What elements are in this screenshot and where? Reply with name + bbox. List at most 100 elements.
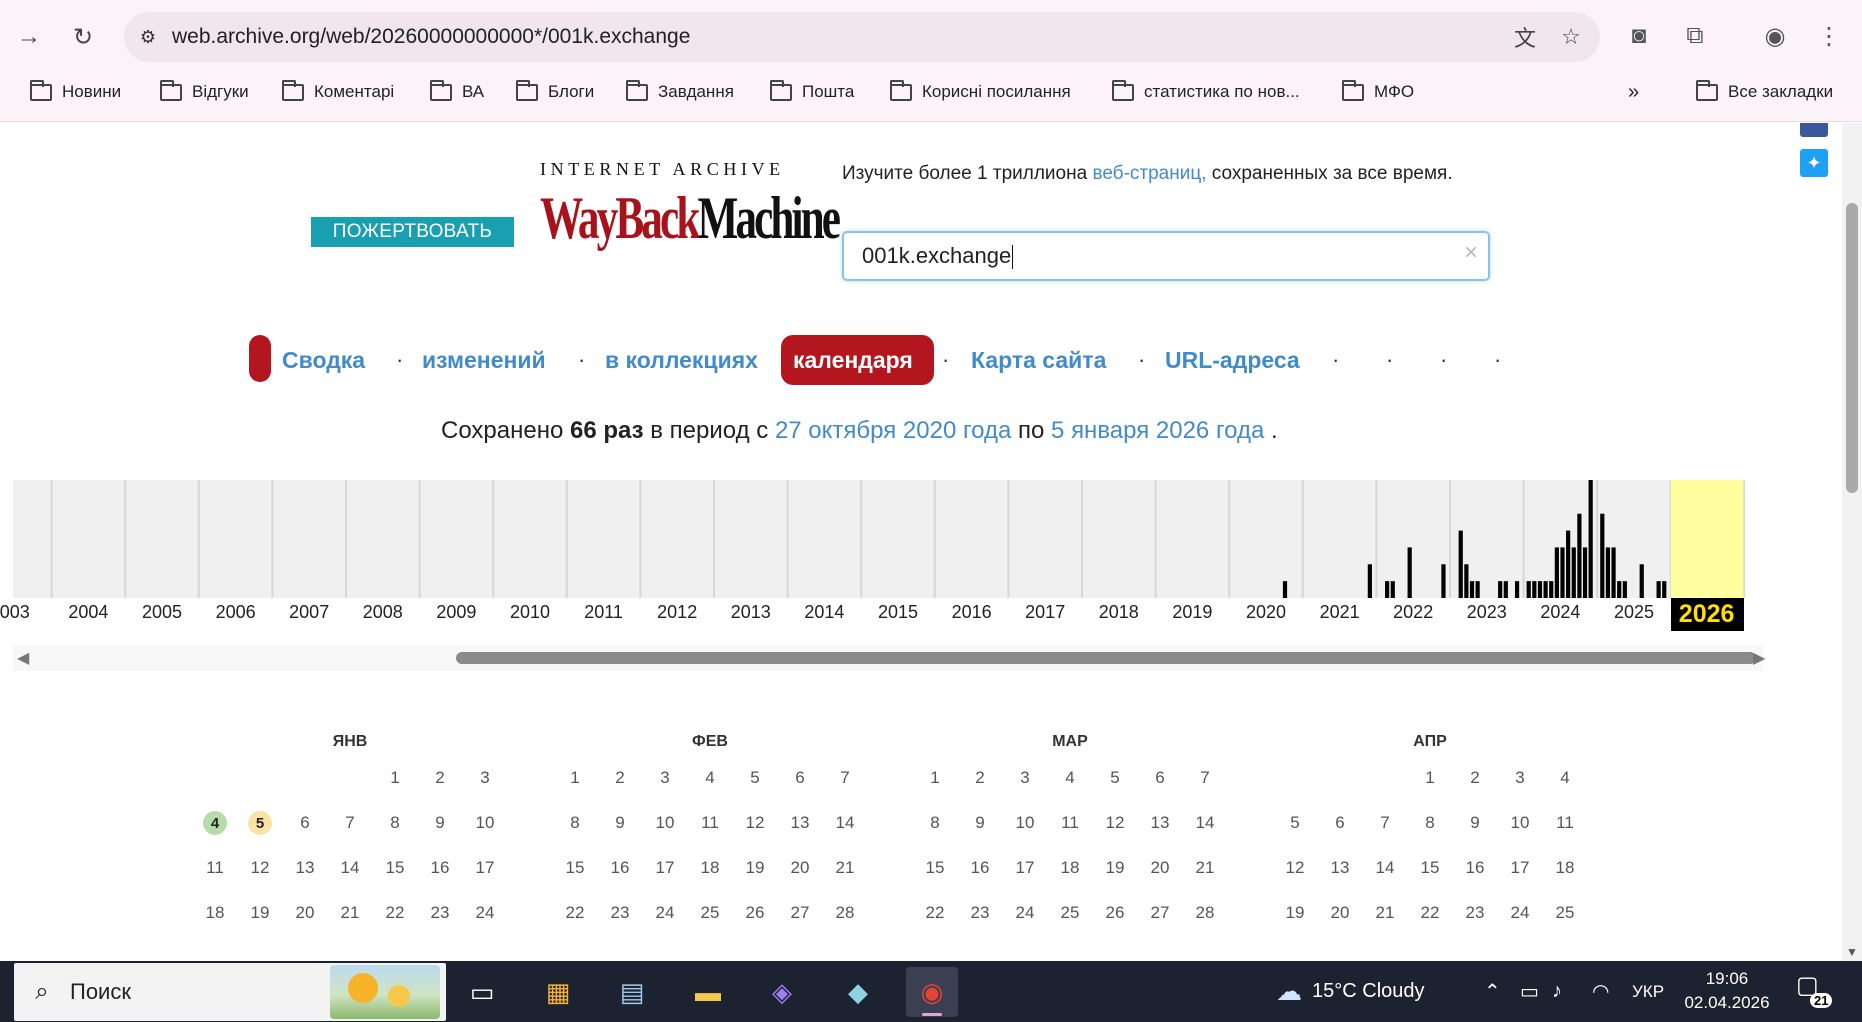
capture-bar[interactable] xyxy=(1554,547,1559,598)
bookmark-item[interactable]: статистика по нов... xyxy=(1112,74,1300,110)
calculator-icon[interactable]: ▤ xyxy=(606,967,658,1017)
bookmarks-overflow-icon[interactable]: » xyxy=(1628,74,1639,110)
task-view-icon[interactable]: ▭ xyxy=(456,967,508,1017)
capture-bar[interactable] xyxy=(1543,581,1548,598)
wifi-icon[interactable]: ◠ xyxy=(1592,961,1609,1022)
capture-bar[interactable] xyxy=(1441,564,1446,598)
capture-bar[interactable] xyxy=(1469,581,1475,598)
capture-bar[interactable] xyxy=(1560,547,1565,598)
capture-bar[interactable] xyxy=(1464,564,1469,598)
year-label[interactable]: 2015 xyxy=(878,602,918,623)
chrome-icon[interactable]: ◉ xyxy=(906,967,958,1017)
capture-bar[interactable] xyxy=(1458,530,1463,598)
capture-bar[interactable] xyxy=(1605,547,1611,598)
capture-bar[interactable] xyxy=(1526,581,1531,598)
year-label[interactable]: 2010 xyxy=(510,602,550,623)
extensions-icon[interactable]: ⧉ xyxy=(1676,16,1714,56)
bookmark-item[interactable]: Відгуки xyxy=(160,74,249,110)
capture-bar[interactable] xyxy=(1617,581,1622,598)
year-label[interactable]: 2025 xyxy=(1614,602,1654,623)
year-label[interactable]: 2020 xyxy=(1246,602,1286,623)
timeline-scrollbar[interactable]: ◀ ▶ xyxy=(13,645,1765,671)
forward-icon[interactable]: → xyxy=(10,18,48,56)
battery-icon[interactable]: ▭ xyxy=(1520,961,1539,1022)
url-search-input[interactable]: 001k.exchange × xyxy=(842,231,1490,281)
file-explorer-icon[interactable]: ▬ xyxy=(682,967,734,1017)
scroll-down-icon[interactable]: ▼ xyxy=(1846,945,1858,959)
menu-icon[interactable]: ⋮ xyxy=(1810,16,1848,56)
calendar-day[interactable]: 4 xyxy=(203,811,227,835)
year-label[interactable]: 2007 xyxy=(289,602,329,623)
capture-bar[interactable] xyxy=(1549,581,1554,598)
wayback-logo[interactable]: INTERNET ARCHIVE WayBackMachine xyxy=(540,159,841,259)
calendar-day[interactable]: 5 xyxy=(248,811,272,835)
notepad-icon[interactable]: ◆ xyxy=(832,967,884,1017)
year-label[interactable]: 2022 xyxy=(1393,602,1433,623)
store-icon[interactable]: ▦ xyxy=(532,967,584,1017)
bookmark-item[interactable]: Новини xyxy=(30,74,121,110)
year-label[interactable]: 2021 xyxy=(1320,602,1360,623)
twitter-icon[interactable]: ✦ xyxy=(1800,149,1828,177)
capture-bar[interactable] xyxy=(1588,480,1593,598)
donate-button[interactable]: ПОЖЕРТВОВАТЬ xyxy=(311,217,514,247)
year-label[interactable]: 2005 xyxy=(142,602,182,623)
year-label[interactable]: 2013 xyxy=(731,602,771,623)
copilot-icon[interactable]: ◈ xyxy=(756,967,808,1017)
notification-center[interactable]: ▢ 21 xyxy=(1796,971,1836,1011)
tagline-link[interactable]: веб-страниц, xyxy=(1092,163,1206,184)
bookmark-item[interactable]: ВА xyxy=(430,74,484,110)
capture-bar[interactable] xyxy=(1475,581,1480,598)
tab-collections[interactable]: в коллекциях xyxy=(605,335,758,385)
year-label[interactable]: 2004 xyxy=(68,602,108,623)
bookmark-item[interactable]: Корисні посилання xyxy=(890,74,1071,110)
capture-bar[interactable] xyxy=(1571,547,1576,598)
capture-bar[interactable] xyxy=(1514,581,1520,598)
address-bar[interactable]: ⚙ web.archive.org/web/20260000000000*/00… xyxy=(124,12,1600,62)
capture-bar[interactable] xyxy=(1639,564,1644,598)
capture-bar[interactable] xyxy=(1537,581,1543,598)
capture-bar[interactable] xyxy=(1532,581,1537,598)
capture-bar[interactable] xyxy=(1566,530,1571,598)
page-scrollbar[interactable]: ▼ xyxy=(1842,123,1862,961)
last-capture-link[interactable]: 5 января 2026 года xyxy=(1051,417,1264,444)
capture-bar[interactable] xyxy=(1385,581,1390,598)
tab-sitemap[interactable]: Карта сайта xyxy=(971,335,1106,385)
translate-icon[interactable]: 文 xyxy=(1508,20,1542,54)
capture-bar[interactable] xyxy=(1503,581,1508,598)
clock[interactable]: 19:06 02.04.2026 xyxy=(1682,967,1772,1015)
taskbar-search[interactable]: ⌕ Поиск xyxy=(14,963,446,1021)
bookmark-star-icon[interactable]: ☆ xyxy=(1554,20,1588,54)
year-label[interactable]: 2011 xyxy=(584,602,623,623)
capture-bar[interactable] xyxy=(1582,547,1588,598)
year-label[interactable]: 2023 xyxy=(1467,602,1507,623)
capture-bar[interactable] xyxy=(1282,581,1288,598)
year-label[interactable]: 2014 xyxy=(804,602,844,623)
bookmark-item[interactable]: Пошта xyxy=(770,74,854,110)
year-label[interactable]: 2024 xyxy=(1540,602,1580,623)
clear-search-icon[interactable]: × xyxy=(1464,239,1478,267)
bookmark-item[interactable]: Коментарі xyxy=(282,74,394,110)
first-capture-link[interactable]: 27 октября 2020 года xyxy=(775,417,1011,444)
tab-changes[interactable]: изменений xyxy=(422,335,546,385)
facebook-icon[interactable] xyxy=(1800,123,1828,137)
capture-bar[interactable] xyxy=(1622,581,1627,598)
tab-calendar[interactable]: календаря xyxy=(781,335,934,385)
capture-bar[interactable] xyxy=(1407,547,1412,598)
bookmark-item[interactable]: Завдання xyxy=(626,74,734,110)
scroll-left-icon[interactable]: ◀ xyxy=(17,648,29,668)
year-label[interactable]: 2017 xyxy=(1025,602,1065,623)
capture-bar[interactable] xyxy=(1390,581,1395,598)
year-label[interactable]: 2012 xyxy=(657,602,697,623)
url-text[interactable]: web.archive.org/web/20260000000000*/001k… xyxy=(172,25,690,49)
bookmark-item[interactable]: МФО xyxy=(1342,74,1414,110)
capture-bar[interactable] xyxy=(1600,513,1605,598)
tray-overflow-icon[interactable]: ⌃ xyxy=(1484,961,1501,1022)
tab-urls[interactable]: URL-адреса xyxy=(1165,335,1300,385)
scroll-right-icon[interactable]: ▶ xyxy=(1753,648,1765,668)
page-scroll-thumb[interactable] xyxy=(1846,203,1858,493)
site-info-icon[interactable]: ⚙ xyxy=(124,12,172,62)
tab-summary[interactable]: Сводка xyxy=(282,335,365,385)
year-label[interactable]: 2019 xyxy=(1172,602,1212,623)
capture-bar[interactable] xyxy=(1656,581,1661,598)
profile-icon[interactable]: ◉ xyxy=(1756,16,1794,56)
